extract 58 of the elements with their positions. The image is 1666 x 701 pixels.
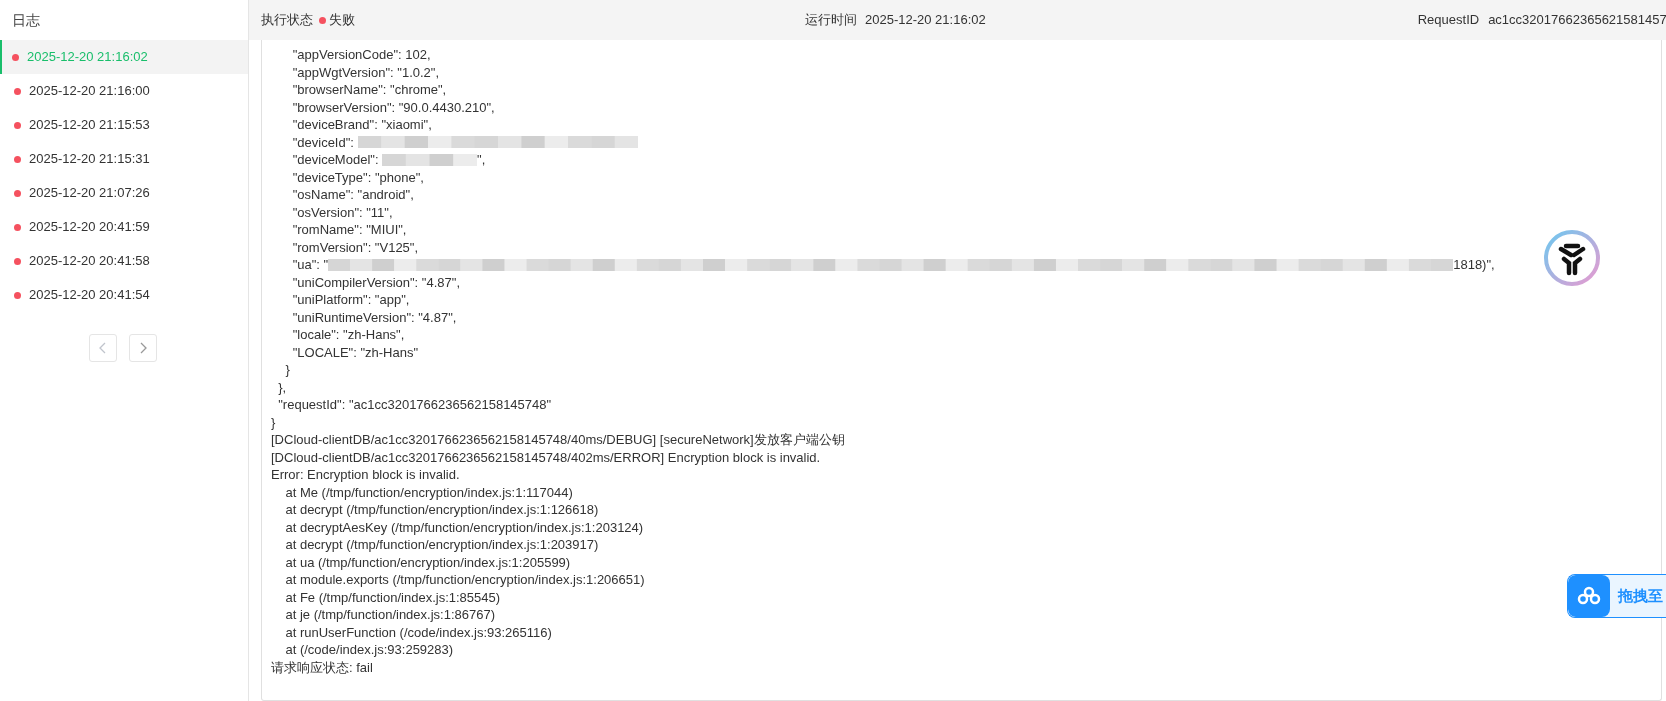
log-line: 请求响应状态: fail — [271, 658, 373, 676]
runtime-label: 运行时间 — [805, 11, 857, 30]
log-line: at decrypt (/tmp/function/encryption/index.js:1:126618) — [284, 501, 599, 519]
log-line: "uniRuntimeVersion": "4.87", — [291, 308, 457, 326]
log-line: at runUserFunction (/code/index.js:93:265116) — [284, 623, 552, 641]
chevron-right-icon — [139, 342, 147, 354]
log-entry[interactable]: 2025-12-20 21:07:26 — [0, 176, 248, 210]
log-line: "romVersion": "V125", — [291, 238, 419, 256]
previous-page-button[interactable] — [89, 334, 117, 362]
log-line: at decryptAesKey (/tmp/function/encryption/index.js:1:203124) — [284, 518, 644, 536]
request-id-value: ac1cc32017662365621581457 — [1488, 11, 1666, 30]
log-entry[interactable]: 2025-12-20 21:15:31 — [0, 142, 248, 176]
runtime-value: 2025-12-20 21:16:02 — [865, 11, 986, 30]
log-entry[interactable]: 2025-12-20 20:41:54 — [0, 278, 248, 312]
log-line: "deviceModel": — [291, 151, 380, 169]
log-line: "deviceType": "phone", — [291, 168, 424, 186]
log-line: 1818)", — [1453, 256, 1495, 274]
status-value: 失败 — [329, 11, 355, 30]
log-line: at ua (/tmp/function/encryption/index.js:1:205599) — [284, 553, 571, 571]
next-page-button[interactable] — [129, 334, 157, 362]
log-line: at module.exports (/tmp/function/encryption/index.js:1:206651) — [284, 571, 645, 589]
log-line: "LOCALE": "zh-Hans" — [291, 343, 419, 361]
log-line: [DCloud-clientDB/ac1cc3201766236562158145748/402ms/ERROR] Encryption block is invalid. — [271, 448, 821, 466]
log-line: }, — [277, 378, 287, 396]
log-line: "browserVersion": "90.0.4430.210", — [291, 98, 495, 116]
log-line: "requestId": "ac1cc3201766236562158145748" — [277, 396, 552, 414]
log-line: Error: Encryption block is invalid. — [271, 466, 460, 484]
log-line: "deviceBrand": "xiaomi", — [291, 116, 432, 134]
log-line: "romName": "MIUI", — [291, 221, 407, 239]
log-line: "deviceId": — [291, 133, 355, 151]
log-line: } — [271, 413, 276, 431]
drag-upload-label: 拖拽至 — [1618, 585, 1663, 606]
log-line: at (/code/index.js:93:259283) — [284, 641, 454, 659]
logo-icon[interactable] — [1543, 229, 1601, 287]
chevron-left-icon — [99, 342, 107, 354]
log-entry[interactable]: 2025-12-20 21:15:53 — [0, 108, 248, 142]
log-line: "uniPlatform": "app", — [291, 291, 410, 309]
log-line: at decrypt (/tmp/function/encryption/index.js:1:203917) — [284, 536, 599, 554]
log-line: "ua": " — [291, 256, 329, 274]
log-entry[interactable]: 2025-12-20 20:41:58 — [0, 244, 248, 278]
status-label: 执行状态 — [261, 11, 313, 30]
log-entry[interactable]: 2025-12-20 21:16:00 — [0, 74, 248, 108]
sidebar-title: 日志 — [11, 10, 41, 30]
log-line: at Fe (/tmp/function/index.js:1:85545) — [284, 588, 501, 606]
log-line: "locale": "zh-Hans", — [291, 326, 405, 344]
request-id-label: RequestID — [1417, 11, 1480, 30]
log-entry[interactable]: 2025-12-20 20:41:59 — [0, 210, 248, 244]
log-line: ", — [477, 151, 486, 169]
log-line: "appWgtVersion": "1.0.2", — [291, 63, 440, 81]
log-line: at je (/tmp/function/index.js:1:86767) — [284, 606, 495, 624]
log-line: "osVersion": "11", — [291, 203, 393, 221]
log-line: } — [284, 361, 290, 379]
log-line: [DCloud-clientDB/ac1cc3201766236562158145748/40ms/DEBUG] [secureNetwork]发放客户端公钥 — [271, 431, 845, 449]
log-line: "uniCompilerVersion": "4.87", — [291, 273, 460, 291]
log-line: "browserName": "chrome", — [291, 81, 447, 99]
log-line: "osName": "android", — [291, 186, 414, 204]
log-line: at Me (/tmp/function/encryption/index.js:1:117044) — [284, 483, 573, 501]
log-line: "appVersionCode": 102, — [291, 46, 431, 64]
